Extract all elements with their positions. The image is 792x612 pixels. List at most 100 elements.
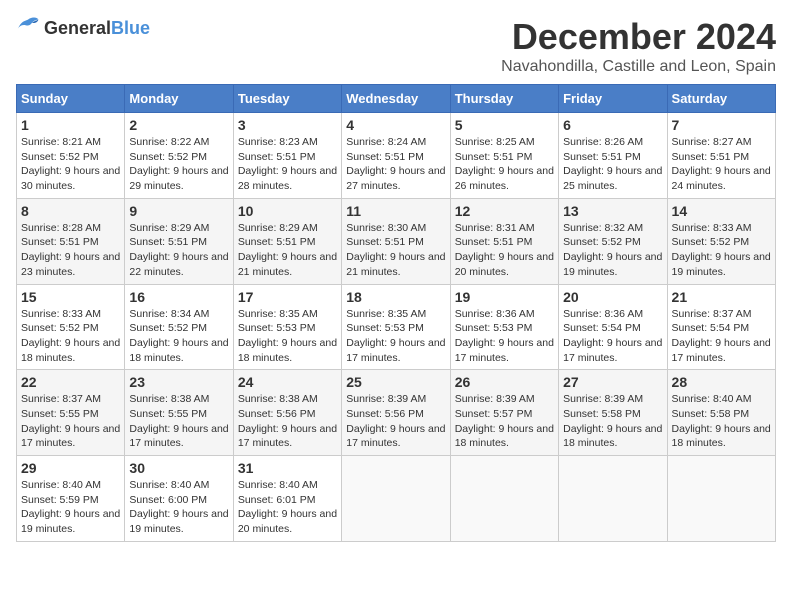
- day-number: 19: [455, 289, 554, 305]
- day-number: 28: [672, 374, 771, 390]
- day-number: 29: [21, 460, 120, 476]
- calendar-cell: 16 Sunrise: 8:34 AM Sunset: 5:52 PM Dayl…: [125, 284, 233, 370]
- calendar-cell: 13 Sunrise: 8:32 AM Sunset: 5:52 PM Dayl…: [559, 198, 667, 284]
- calendar-cell: [342, 456, 450, 542]
- day-number: 22: [21, 374, 120, 390]
- day-info: Sunrise: 8:25 AM Sunset: 5:51 PM Dayligh…: [455, 135, 554, 194]
- day-info: Sunrise: 8:39 AM Sunset: 5:57 PM Dayligh…: [455, 392, 554, 451]
- calendar-cell: 25 Sunrise: 8:39 AM Sunset: 5:56 PM Dayl…: [342, 370, 450, 456]
- day-info: Sunrise: 8:24 AM Sunset: 5:51 PM Dayligh…: [346, 135, 445, 194]
- calendar-cell: 28 Sunrise: 8:40 AM Sunset: 5:58 PM Dayl…: [667, 370, 775, 456]
- title-section: December 2024 Navahondilla, Castille and…: [501, 16, 776, 76]
- calendar-cell: 2 Sunrise: 8:22 AM Sunset: 5:52 PM Dayli…: [125, 113, 233, 199]
- header-saturday: Saturday: [667, 85, 775, 113]
- day-number: 30: [129, 460, 228, 476]
- calendar-cell: 11 Sunrise: 8:30 AM Sunset: 5:51 PM Dayl…: [342, 198, 450, 284]
- calendar-cell: 30 Sunrise: 8:40 AM Sunset: 6:00 PM Dayl…: [125, 456, 233, 542]
- day-info: Sunrise: 8:29 AM Sunset: 5:51 PM Dayligh…: [238, 221, 337, 280]
- calendar-cell: 18 Sunrise: 8:35 AM Sunset: 5:53 PM Dayl…: [342, 284, 450, 370]
- day-number: 13: [563, 203, 662, 219]
- day-number: 5: [455, 117, 554, 133]
- calendar-cell: 20 Sunrise: 8:36 AM Sunset: 5:54 PM Dayl…: [559, 284, 667, 370]
- day-info: Sunrise: 8:33 AM Sunset: 5:52 PM Dayligh…: [672, 221, 771, 280]
- calendar-cell: 8 Sunrise: 8:28 AM Sunset: 5:51 PM Dayli…: [17, 198, 125, 284]
- day-info: Sunrise: 8:26 AM Sunset: 5:51 PM Dayligh…: [563, 135, 662, 194]
- day-info: Sunrise: 8:28 AM Sunset: 5:51 PM Dayligh…: [21, 221, 120, 280]
- day-info: Sunrise: 8:21 AM Sunset: 5:52 PM Dayligh…: [21, 135, 120, 194]
- calendar-cell: 7 Sunrise: 8:27 AM Sunset: 5:51 PM Dayli…: [667, 113, 775, 199]
- day-number: 14: [672, 203, 771, 219]
- header-sunday: Sunday: [17, 85, 125, 113]
- day-info: Sunrise: 8:38 AM Sunset: 5:55 PM Dayligh…: [129, 392, 228, 451]
- calendar-cell: [450, 456, 558, 542]
- day-info: Sunrise: 8:39 AM Sunset: 5:58 PM Dayligh…: [563, 392, 662, 451]
- logo-general: General: [44, 18, 111, 38]
- day-number: 8: [21, 203, 120, 219]
- header-monday: Monday: [125, 85, 233, 113]
- day-number: 11: [346, 203, 445, 219]
- calendar-cell: 4 Sunrise: 8:24 AM Sunset: 5:51 PM Dayli…: [342, 113, 450, 199]
- day-info: Sunrise: 8:40 AM Sunset: 6:00 PM Dayligh…: [129, 478, 228, 537]
- day-info: Sunrise: 8:33 AM Sunset: 5:52 PM Dayligh…: [21, 307, 120, 366]
- header-tuesday: Tuesday: [233, 85, 341, 113]
- month-title: December 2024: [501, 16, 776, 58]
- day-info: Sunrise: 8:40 AM Sunset: 5:59 PM Dayligh…: [21, 478, 120, 537]
- day-number: 23: [129, 374, 228, 390]
- day-number: 4: [346, 117, 445, 133]
- day-number: 24: [238, 374, 337, 390]
- week-row-3: 15 Sunrise: 8:33 AM Sunset: 5:52 PM Dayl…: [17, 284, 776, 370]
- calendar-cell: 3 Sunrise: 8:23 AM Sunset: 5:51 PM Dayli…: [233, 113, 341, 199]
- day-number: 18: [346, 289, 445, 305]
- day-info: Sunrise: 8:37 AM Sunset: 5:54 PM Dayligh…: [672, 307, 771, 366]
- day-number: 17: [238, 289, 337, 305]
- day-number: 2: [129, 117, 228, 133]
- day-info: Sunrise: 8:39 AM Sunset: 5:56 PM Dayligh…: [346, 392, 445, 451]
- header-wednesday: Wednesday: [342, 85, 450, 113]
- day-number: 20: [563, 289, 662, 305]
- calendar-cell: 17 Sunrise: 8:35 AM Sunset: 5:53 PM Dayl…: [233, 284, 341, 370]
- calendar-cell: 27 Sunrise: 8:39 AM Sunset: 5:58 PM Dayl…: [559, 370, 667, 456]
- logo: GeneralBlue: [16, 16, 150, 41]
- calendar-cell: 29 Sunrise: 8:40 AM Sunset: 5:59 PM Dayl…: [17, 456, 125, 542]
- weekday-header-row: SundayMondayTuesdayWednesdayThursdayFrid…: [17, 85, 776, 113]
- calendar-table: SundayMondayTuesdayWednesdayThursdayFrid…: [16, 84, 776, 542]
- day-number: 27: [563, 374, 662, 390]
- day-info: Sunrise: 8:36 AM Sunset: 5:54 PM Dayligh…: [563, 307, 662, 366]
- header-thursday: Thursday: [450, 85, 558, 113]
- calendar-cell: 23 Sunrise: 8:38 AM Sunset: 5:55 PM Dayl…: [125, 370, 233, 456]
- day-info: Sunrise: 8:38 AM Sunset: 5:56 PM Dayligh…: [238, 392, 337, 451]
- day-number: 3: [238, 117, 337, 133]
- day-number: 21: [672, 289, 771, 305]
- week-row-4: 22 Sunrise: 8:37 AM Sunset: 5:55 PM Dayl…: [17, 370, 776, 456]
- day-info: Sunrise: 8:29 AM Sunset: 5:51 PM Dayligh…: [129, 221, 228, 280]
- calendar-cell: 5 Sunrise: 8:25 AM Sunset: 5:51 PM Dayli…: [450, 113, 558, 199]
- day-info: Sunrise: 8:37 AM Sunset: 5:55 PM Dayligh…: [21, 392, 120, 451]
- week-row-1: 1 Sunrise: 8:21 AM Sunset: 5:52 PM Dayli…: [17, 113, 776, 199]
- day-info: Sunrise: 8:30 AM Sunset: 5:51 PM Dayligh…: [346, 221, 445, 280]
- day-number: 10: [238, 203, 337, 219]
- day-info: Sunrise: 8:40 AM Sunset: 6:01 PM Dayligh…: [238, 478, 337, 537]
- calendar-cell: 12 Sunrise: 8:31 AM Sunset: 5:51 PM Dayl…: [450, 198, 558, 284]
- day-number: 6: [563, 117, 662, 133]
- day-info: Sunrise: 8:32 AM Sunset: 5:52 PM Dayligh…: [563, 221, 662, 280]
- day-number: 9: [129, 203, 228, 219]
- calendar-cell: 21 Sunrise: 8:37 AM Sunset: 5:54 PM Dayl…: [667, 284, 775, 370]
- calendar-cell: 22 Sunrise: 8:37 AM Sunset: 5:55 PM Dayl…: [17, 370, 125, 456]
- day-info: Sunrise: 8:31 AM Sunset: 5:51 PM Dayligh…: [455, 221, 554, 280]
- day-info: Sunrise: 8:27 AM Sunset: 5:51 PM Dayligh…: [672, 135, 771, 194]
- calendar-cell: 24 Sunrise: 8:38 AM Sunset: 5:56 PM Dayl…: [233, 370, 341, 456]
- day-info: Sunrise: 8:36 AM Sunset: 5:53 PM Dayligh…: [455, 307, 554, 366]
- calendar-cell: 19 Sunrise: 8:36 AM Sunset: 5:53 PM Dayl…: [450, 284, 558, 370]
- calendar-cell: 31 Sunrise: 8:40 AM Sunset: 6:01 PM Dayl…: [233, 456, 341, 542]
- day-number: 1: [21, 117, 120, 133]
- header: GeneralBlue December 2024 Navahondilla, …: [16, 16, 776, 76]
- day-info: Sunrise: 8:23 AM Sunset: 5:51 PM Dayligh…: [238, 135, 337, 194]
- day-number: 31: [238, 460, 337, 476]
- calendar-cell: 6 Sunrise: 8:26 AM Sunset: 5:51 PM Dayli…: [559, 113, 667, 199]
- logo-text: GeneralBlue: [44, 18, 150, 39]
- week-row-5: 29 Sunrise: 8:40 AM Sunset: 5:59 PM Dayl…: [17, 456, 776, 542]
- day-number: 25: [346, 374, 445, 390]
- calendar-cell: 1 Sunrise: 8:21 AM Sunset: 5:52 PM Dayli…: [17, 113, 125, 199]
- day-info: Sunrise: 8:35 AM Sunset: 5:53 PM Dayligh…: [346, 307, 445, 366]
- day-info: Sunrise: 8:34 AM Sunset: 5:52 PM Dayligh…: [129, 307, 228, 366]
